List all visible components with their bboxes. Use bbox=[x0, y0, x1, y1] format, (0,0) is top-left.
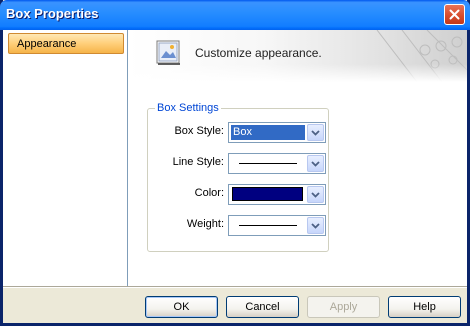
sidebar: Appearance bbox=[3, 30, 128, 286]
line-style-dropdown[interactable] bbox=[228, 153, 326, 174]
color-dropdown[interactable] bbox=[228, 184, 326, 205]
weight-value bbox=[231, 218, 305, 233]
box-style-value: Box bbox=[231, 125, 305, 140]
help-button[interactable]: Help bbox=[388, 296, 461, 318]
chevron-down-icon[interactable] bbox=[307, 217, 324, 234]
box-settings-group: Box Settings Box Style: Box Line Style: … bbox=[147, 102, 329, 252]
chevron-down-icon[interactable] bbox=[307, 124, 324, 141]
title-bar[interactable]: Box Properties bbox=[0, 0, 470, 30]
weight-dropdown[interactable] bbox=[228, 215, 326, 236]
color-label: Color: bbox=[194, 187, 224, 199]
weight-label: Weight: bbox=[186, 218, 224, 230]
box-settings-legend: Box Settings bbox=[155, 102, 221, 114]
header-title: Customize appearance. bbox=[195, 46, 322, 60]
box-style-dropdown[interactable]: Box bbox=[228, 122, 326, 143]
close-button[interactable] bbox=[444, 4, 465, 25]
line-style-sample bbox=[239, 163, 297, 164]
close-icon bbox=[449, 9, 460, 20]
color-swatch bbox=[232, 187, 303, 201]
ok-button[interactable]: OK bbox=[145, 296, 218, 318]
line-style-value bbox=[231, 156, 305, 171]
apply-button[interactable]: Apply bbox=[307, 296, 380, 318]
line-style-label: Line Style: bbox=[172, 156, 224, 168]
sidebar-item-appearance[interactable]: Appearance bbox=[8, 33, 124, 54]
sidebar-item-label: Appearance bbox=[17, 38, 77, 50]
content-panel: Customize appearance. Box Settings Box S… bbox=[128, 30, 467, 286]
dialog-window: Box Properties Appearance Customize appe… bbox=[0, 0, 470, 326]
weight-sample bbox=[239, 225, 297, 226]
decorative-circuit-graphic bbox=[376, 30, 467, 82]
chevron-down-icon[interactable] bbox=[307, 186, 324, 203]
footer-separator bbox=[3, 286, 467, 288]
cancel-button[interactable]: Cancel bbox=[226, 296, 299, 318]
window-title: Box Properties bbox=[6, 6, 99, 21]
box-properties-icon bbox=[155, 38, 183, 66]
box-style-label: Box Style: bbox=[174, 125, 224, 137]
header-banner: Customize appearance. bbox=[128, 30, 467, 82]
chevron-down-icon[interactable] bbox=[307, 155, 324, 172]
